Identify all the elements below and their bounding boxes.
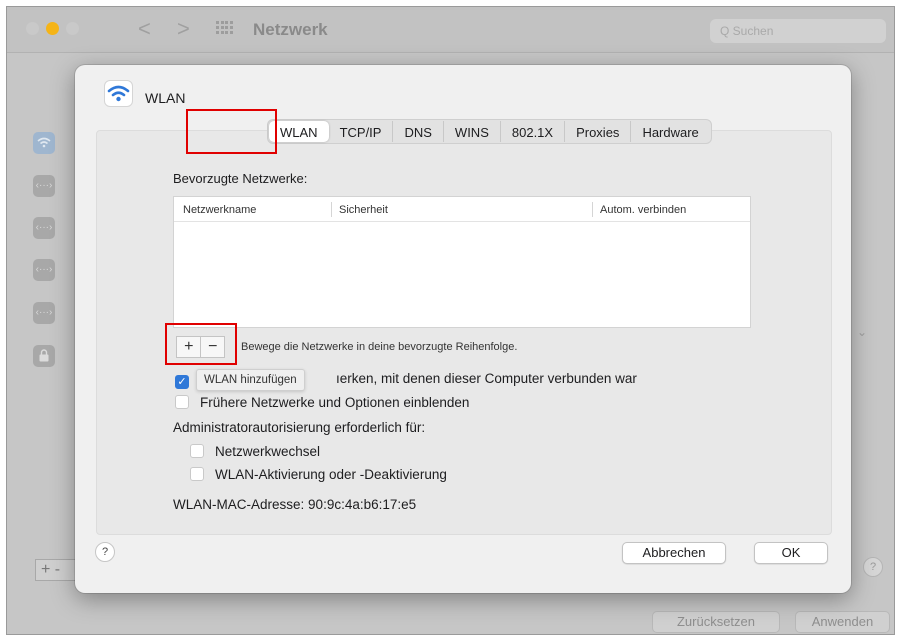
background-help-button[interactable]: ?: [863, 557, 883, 577]
apply-button[interactable]: Anwenden: [795, 611, 890, 633]
column-header-auto-join[interactable]: Autom. verbinden: [600, 204, 686, 216]
forward-button[interactable]: >: [177, 16, 190, 42]
network-change-label: Netzwerkwechsel: [215, 444, 321, 459]
wifi-advanced-sheet: WLAN WLAN TCP/IP DNS WINS 802.1X Proxies…: [75, 65, 851, 593]
tab-dns[interactable]: DNS: [393, 121, 444, 142]
remove-network-button[interactable]: −: [200, 337, 224, 357]
admin-auth-label: Administratorautorisierung erforderlich …: [173, 420, 426, 435]
show-all-grid-icon[interactable]: [216, 21, 233, 35]
mac-address-label: WLAN-MAC-Adresse:: [173, 497, 305, 512]
lock-icon[interactable]: [33, 345, 55, 367]
background-titlebar: < > Netzwerk Q Suchen: [7, 7, 894, 53]
ok-button[interactable]: OK: [754, 542, 828, 564]
ethernet-service-icon[interactable]: ‹···›: [33, 259, 55, 281]
network-change-checkbox[interactable]: [190, 444, 204, 458]
show-legacy-checkbox[interactable]: [175, 395, 189, 409]
ethernet-service-icon[interactable]: ‹···›: [33, 217, 55, 239]
tab-proxies[interactable]: Proxies: [565, 121, 632, 142]
search-field[interactable]: Q Suchen: [710, 19, 886, 43]
chevron-icon: ⌄: [857, 325, 868, 339]
wifi-toggle-label: WLAN-Aktivierung oder -Deaktivierung: [215, 467, 447, 482]
add-network-button[interactable]: +: [177, 337, 200, 357]
sheet-title: WLAN: [145, 90, 186, 106]
back-button[interactable]: <: [138, 16, 151, 42]
tab-tcpip[interactable]: TCP/IP: [329, 121, 394, 142]
sidebar-add-remove-buttons[interactable]: + -: [35, 559, 77, 581]
preferred-networks-table[interactable]: Netzwerkname Sicherheit Autom. verbinden: [173, 196, 751, 328]
wifi-toggle-row: WLAN-Aktivierung oder -Deaktivierung: [190, 467, 447, 482]
tab-hardware[interactable]: Hardware: [631, 121, 709, 142]
network-change-row: Netzwerkwechsel: [190, 444, 320, 459]
tab-8021x[interactable]: 802.1X: [501, 121, 566, 142]
reorder-hint-text: Bewege die Netzwerke in deine bevorzugte…: [241, 341, 518, 353]
mac-address-row: WLAN-MAC-Adresse: 90:9c:4a:b6:17:e5: [173, 497, 416, 512]
ethernet-service-icon[interactable]: ‹···›: [33, 302, 55, 324]
wifi-toggle-checkbox[interactable]: [190, 467, 204, 481]
show-legacy-row: Frühere Netzwerke und Optionen einblende…: [175, 395, 469, 410]
close-window-button[interactable]: [26, 22, 39, 35]
mac-address-value: 90:9c:4a:b6:17:e5: [308, 497, 417, 512]
show-legacy-label: Frühere Netzwerke und Optionen einblende…: [200, 395, 470, 410]
table-header: Netzwerkname Sicherheit Autom. verbinden: [174, 197, 750, 222]
minimize-window-button[interactable]: [46, 22, 59, 35]
preferred-networks-label: Bevorzugte Netzwerke:: [173, 171, 308, 186]
column-header-network-name[interactable]: Netzwerkname: [183, 204, 256, 216]
add-network-tooltip: WLAN hinzufügen: [196, 369, 305, 391]
remember-networks-label: ıerken, mit denen dieser Computer verbun…: [336, 371, 637, 386]
tab-wins[interactable]: WINS: [444, 121, 501, 142]
help-button[interactable]: ?: [95, 542, 115, 562]
zoom-window-button[interactable]: [66, 22, 79, 35]
ethernet-service-icon[interactable]: ‹···›: [33, 175, 55, 197]
wifi-service-icon[interactable]: [33, 132, 55, 154]
reset-button[interactable]: Zurücksetzen: [652, 611, 780, 633]
wifi-icon: [104, 80, 133, 107]
tab-wlan[interactable]: WLAN: [269, 121, 329, 142]
table-add-remove-controls: + −: [176, 336, 225, 358]
column-header-security[interactable]: Sicherheit: [339, 204, 388, 216]
tab-bar: WLAN TCP/IP DNS WINS 802.1X Proxies Hard…: [267, 119, 712, 144]
cancel-button[interactable]: Abbrechen: [622, 542, 726, 564]
remember-networks-checkbox[interactable]: ✓: [175, 375, 189, 389]
window-title: Netzwerk: [253, 20, 328, 39]
